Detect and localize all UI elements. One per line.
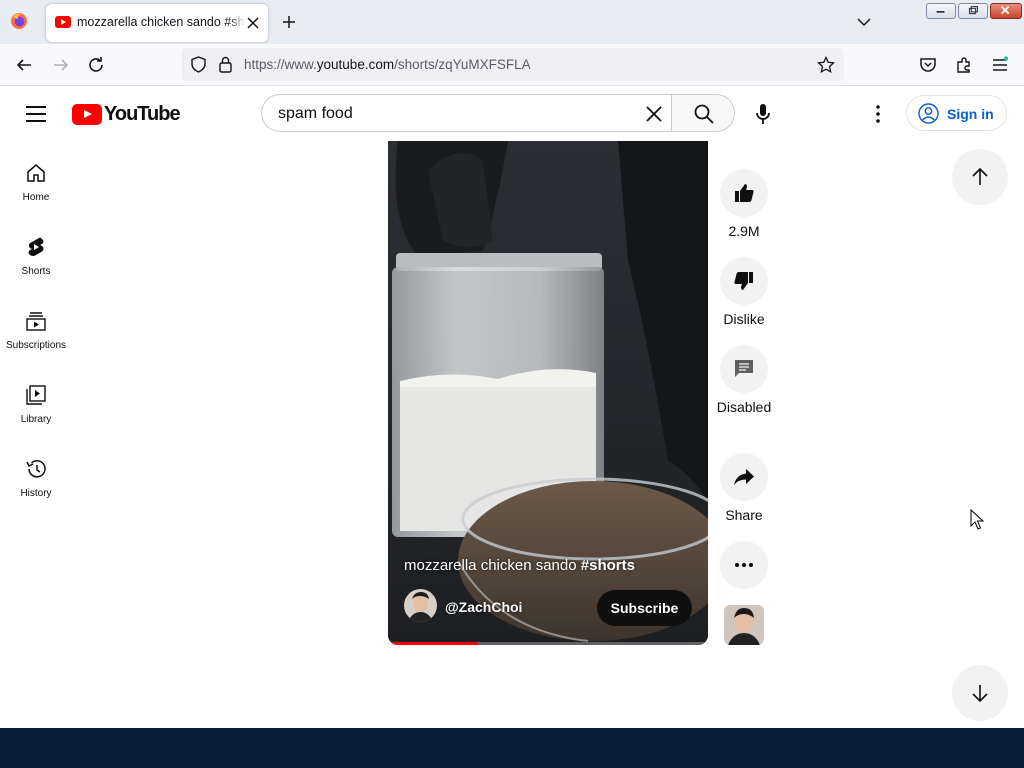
- share-button[interactable]: [720, 453, 768, 501]
- guide-item-label: Home: [22, 192, 50, 203]
- clear-search-icon[interactable]: [644, 104, 664, 124]
- arrow-down-icon: [972, 685, 988, 703]
- subscribe-button[interactable]: Subscribe: [597, 590, 692, 626]
- chevron-down-icon[interactable]: [856, 15, 872, 29]
- home-icon: [27, 164, 45, 182]
- extensions-icon[interactable]: [955, 56, 973, 74]
- url-text[interactable]: https://www.youtube.com/shorts/zqYuMXFSF…: [244, 57, 531, 72]
- shield-icon[interactable]: [190, 56, 207, 73]
- dislike-button[interactable]: [720, 257, 768, 305]
- account-icon: [918, 103, 939, 124]
- window-close-button[interactable]: [990, 3, 1022, 19]
- youtube-logo[interactable]: YouTube: [72, 102, 181, 125]
- like-count: 2.9M: [728, 223, 760, 239]
- menu-icon[interactable]: [991, 56, 1009, 74]
- tab-youtube-short[interactable]: mozzarella chicken sando #shorts - YouTu…: [46, 4, 268, 42]
- previous-short-button[interactable]: [952, 149, 1008, 205]
- url-prefix: https://www.: [244, 57, 317, 72]
- arrow-up-icon: [972, 167, 988, 185]
- sign-in-label: Sign in: [947, 106, 994, 122]
- close-icon[interactable]: [246, 16, 260, 30]
- guide-item-label: Library: [20, 414, 52, 425]
- minimize-button[interactable]: [926, 3, 956, 19]
- share-icon: [734, 469, 754, 485]
- sign-in-button[interactable]: Sign in: [906, 95, 1007, 131]
- plus-icon[interactable]: [280, 13, 298, 31]
- taskbar: [0, 728, 1024, 768]
- restore-button[interactable]: [958, 3, 988, 19]
- more-actions-button[interactable]: [720, 541, 768, 589]
- more-horizontal-icon: [735, 563, 753, 567]
- progress-bar: [388, 642, 478, 645]
- url-host: youtube.com: [316, 57, 395, 72]
- url-bar[interactable]: https://www.youtube.com/shorts/zqYuMXFSF…: [182, 48, 844, 81]
- library-icon: [26, 385, 46, 405]
- comment-icon: [735, 360, 753, 377]
- star-icon[interactable]: [817, 56, 835, 74]
- url-path: /shorts/zqYuMXFSFLA: [394, 57, 531, 72]
- close-icon: [1001, 6, 1010, 15]
- channel-avatar[interactable]: [404, 589, 437, 622]
- comments-button[interactable]: [720, 345, 768, 393]
- guide-item-label: Subscriptions: [5, 340, 67, 351]
- shorts-icon: [28, 237, 44, 256]
- comments-label: Disabled: [716, 399, 772, 415]
- thumbs-up-icon: [735, 184, 754, 202]
- short-title[interactable]: mozzarella chicken sando #shorts: [404, 557, 635, 574]
- tab-title: mozzarella chicken sando #shorts - YouTu…: [77, 15, 245, 29]
- browser-window: mozzarella chicken sando #shorts - YouTu…: [0, 0, 1024, 728]
- minimize-icon: [936, 11, 945, 13]
- shorts-video-player[interactable]: mozzarella chicken sando #shorts @ZachCh…: [388, 141, 708, 645]
- channel-name[interactable]: @ZachChoi: [445, 599, 522, 615]
- reload-icon[interactable]: [87, 56, 105, 74]
- subscriptions-icon: [26, 312, 46, 331]
- share-label: Share: [725, 507, 763, 523]
- search-input-value: spam food: [278, 105, 353, 122]
- sound-source-avatar-image: [724, 605, 764, 645]
- back-icon[interactable]: [15, 56, 33, 74]
- dislike-label: Dislike: [723, 311, 765, 327]
- channel-avatar-image: [404, 589, 437, 622]
- search-button[interactable]: [671, 94, 735, 132]
- pocket-icon[interactable]: [919, 56, 937, 74]
- guide-item-shorts[interactable]: Shorts: [0, 226, 72, 290]
- search-icon: [694, 104, 714, 124]
- youtube-favicon: [55, 16, 71, 28]
- nav-bar: https://www.youtube.com/shorts/zqYuMXFSF…: [0, 44, 1024, 86]
- short-hashtag[interactable]: #shorts: [581, 557, 635, 574]
- like-button[interactable]: [720, 169, 768, 217]
- tab-strip: mozzarella chicken sando #shorts - YouTu…: [0, 0, 1024, 44]
- lock-icon[interactable]: [218, 56, 233, 73]
- next-short-button[interactable]: [952, 665, 1008, 721]
- youtube-play-icon: [72, 103, 102, 125]
- guide-item-home[interactable]: Home: [0, 152, 72, 216]
- sound-source-avatar[interactable]: [724, 605, 764, 645]
- hamburger-menu-icon[interactable]: [24, 103, 48, 125]
- thumbs-down-icon: [734, 272, 753, 290]
- mouse-cursor-icon: [970, 509, 984, 530]
- guide-item-label: History: [20, 488, 52, 499]
- youtube-logo-text: YouTube: [104, 102, 181, 125]
- more-options-icon[interactable]: [868, 103, 888, 125]
- youtube-masthead: YouTube spam food Sign in: [0, 87, 1024, 141]
- search-input[interactable]: spam food: [261, 94, 671, 132]
- firefox-logo[interactable]: [10, 12, 28, 30]
- microphone-icon[interactable]: [752, 103, 774, 125]
- guide-item-history[interactable]: History: [0, 448, 72, 512]
- guide-item-library[interactable]: Library: [0, 374, 72, 438]
- forward-icon[interactable]: [52, 56, 70, 74]
- guide-item-subscriptions[interactable]: Subscriptions: [0, 300, 72, 364]
- restore-icon: [968, 6, 978, 15]
- short-title-text: mozzarella chicken sando: [404, 557, 581, 574]
- guide-item-label: Shorts: [21, 266, 51, 277]
- history-icon: [26, 460, 46, 478]
